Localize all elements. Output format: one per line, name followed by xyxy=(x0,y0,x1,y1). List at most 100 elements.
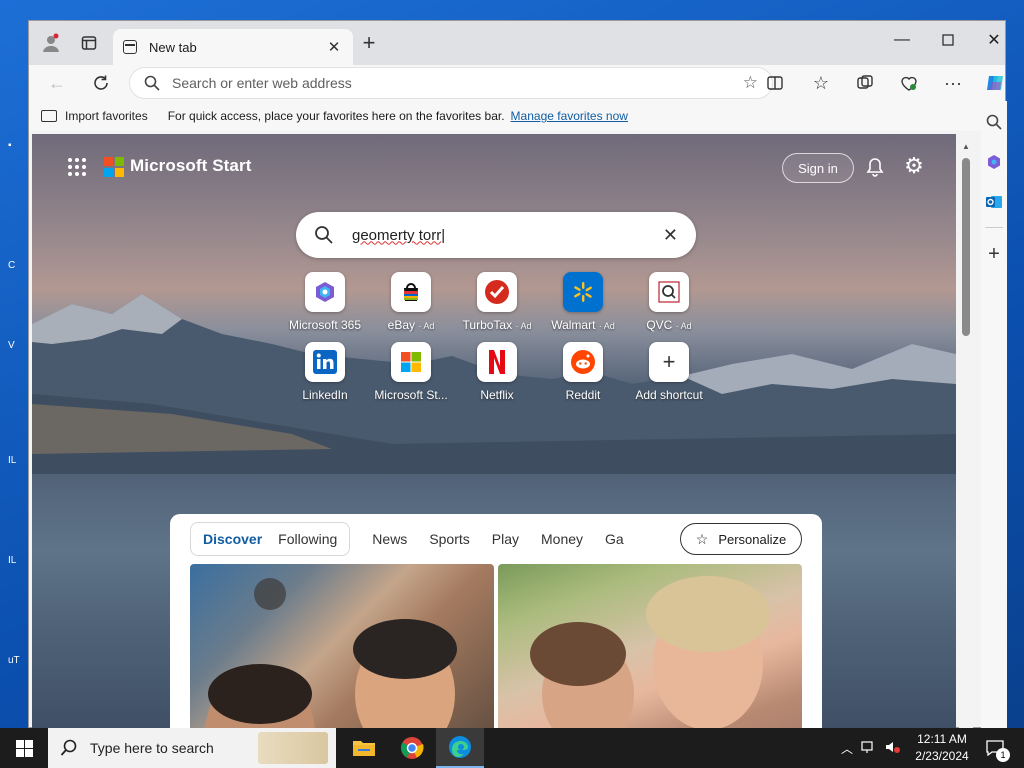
web-search-box[interactable]: geomerty torr| ✕ xyxy=(296,212,696,258)
taskbar: Type here to search ︿ 12:11 AM 2/23/2024… xyxy=(0,728,1024,768)
volume-muted-icon[interactable] xyxy=(880,740,904,757)
microsoft-365-icon xyxy=(305,272,345,312)
notification-center-icon[interactable]: 1 xyxy=(982,736,1010,762)
tab-discover[interactable]: Discover xyxy=(195,531,270,547)
clock-time: 12:11 AM xyxy=(917,732,967,746)
split-screen-icon[interactable] xyxy=(761,69,789,97)
start-button[interactable] xyxy=(0,728,48,768)
shortcut-reddit[interactable]: Reddit xyxy=(540,342,626,402)
tab-play[interactable]: Play xyxy=(484,531,527,547)
shortcut-label: QVC xyxy=(646,318,673,332)
news-card-image[interactable] xyxy=(498,564,802,729)
sign-in-button[interactable]: Sign in xyxy=(782,153,854,183)
tab-news[interactable]: News xyxy=(364,531,415,547)
windows-logo-icon xyxy=(15,739,33,757)
new-tab-plus-icon[interactable]: + xyxy=(357,30,381,55)
tab-following[interactable]: Following xyxy=(270,531,345,547)
shortcut-netflix[interactable]: Netflix xyxy=(454,342,540,402)
shortcut-add[interactable]: + Add shortcut xyxy=(626,342,712,402)
refresh-icon[interactable] xyxy=(87,69,115,97)
profile-icon[interactable] xyxy=(39,31,63,55)
taskbar-file-explorer[interactable] xyxy=(340,728,388,768)
taskbar-search-box[interactable]: Type here to search xyxy=(48,728,336,768)
shortcut-qvc[interactable]: QVC · Ad xyxy=(626,272,712,332)
ad-badge: · Ad xyxy=(598,321,615,331)
sidebar-add-icon[interactable]: + xyxy=(983,243,1005,265)
clear-search-icon[interactable]: ✕ xyxy=(663,225,678,246)
favorites-icon[interactable]: ☆ xyxy=(807,69,835,97)
collections-icon[interactable] xyxy=(851,69,879,97)
manage-favorites-link[interactable]: Manage favorites now xyxy=(511,109,628,123)
taskbar-edge[interactable] xyxy=(436,728,484,768)
shortcut-linkedin[interactable]: LinkedIn xyxy=(282,342,368,402)
news-card-image[interactable] xyxy=(190,564,494,729)
shortcut-label: Reddit xyxy=(565,388,601,402)
favorite-star-icon[interactable]: ☆ xyxy=(743,73,758,93)
tab-title: New tab xyxy=(149,39,197,55)
edge-icon xyxy=(449,736,471,758)
ms-start-header: Microsoft Start Sign in ⚙ xyxy=(32,134,956,200)
search-icon xyxy=(315,226,333,244)
show-hidden-icons-chevron-icon[interactable]: ︿ xyxy=(838,740,856,757)
netflix-icon xyxy=(477,342,517,382)
desktop-icons-strip: ▪ C V IL IL uT xyxy=(8,140,20,666)
scroll-up-arrow-icon[interactable]: ▲ xyxy=(962,142,970,151)
shortcut-label: Microsoft St... xyxy=(374,388,448,402)
shortcut-label: TurboTax xyxy=(462,318,513,332)
more-options-icon[interactable]: ··· xyxy=(939,69,967,97)
personalize-label: Personalize xyxy=(718,531,787,547)
ad-badge: · Ad xyxy=(515,321,532,331)
notifications-bell-icon[interactable] xyxy=(864,156,886,178)
microsoft-logo-icon xyxy=(104,157,124,177)
settings-gear-icon[interactable]: ⚙ xyxy=(902,153,926,178)
sidebar-search-icon[interactable] xyxy=(983,111,1005,133)
scrollbar-thumb[interactable] xyxy=(962,158,970,336)
feed-pill-group: Discover Following xyxy=(190,522,351,556)
favorites-bar-message: For quick access, place your favorites h… xyxy=(167,109,505,123)
copilot-icon[interactable] xyxy=(981,69,1009,97)
shortcut-label: eBay xyxy=(387,318,415,332)
shortcut-microsoft-store[interactable]: Microsoft St... xyxy=(368,342,454,402)
tab-actions-icon[interactable] xyxy=(77,31,101,55)
new-tab-favicon-icon xyxy=(123,40,137,54)
back-arrow-icon[interactable]: ← xyxy=(43,69,71,97)
app-launcher-icon[interactable] xyxy=(68,158,86,176)
sidebar-outlook-icon[interactable] xyxy=(983,191,1005,213)
shortcut-walmart[interactable]: Walmart · Ad xyxy=(540,272,626,332)
ebay-icon xyxy=(391,272,431,312)
close-tab-icon[interactable]: ✕ xyxy=(325,38,343,56)
sidebar-copilot-icon[interactable] xyxy=(983,151,1005,173)
import-favorites-button[interactable]: Import favorites xyxy=(41,109,148,123)
walmart-icon xyxy=(563,272,603,312)
shortcut-ebay[interactable]: eBay · Ad xyxy=(368,272,454,332)
network-icon[interactable] xyxy=(856,740,880,757)
personalize-button[interactable]: ☆ Personalize xyxy=(680,523,802,555)
favorites-bar: Import favorites For quick access, place… xyxy=(29,101,1005,131)
browser-toolbar: ← Search or enter web address ☆ ☆ ··· xyxy=(29,65,1005,101)
shortcut-turbotax[interactable]: TurboTax · Ad xyxy=(454,272,540,332)
clock-date: 2/23/2024 xyxy=(915,749,969,763)
browser-essentials-icon[interactable] xyxy=(895,69,923,97)
add-plus-icon: + xyxy=(649,342,689,382)
taskbar-chrome[interactable] xyxy=(388,728,436,768)
shortcut-label: Walmart xyxy=(551,318,596,332)
feed-tabs: Discover Following News Sports Play Mone… xyxy=(190,522,632,556)
search-highlight-illustration xyxy=(258,732,328,764)
address-bar[interactable]: Search or enter web address ☆ xyxy=(129,67,773,99)
ad-badge: · Ad xyxy=(675,321,692,331)
minimize-button[interactable]: — xyxy=(879,25,925,55)
search-input[interactable]: geomerty torr| xyxy=(352,227,663,244)
taskbar-clock[interactable]: 12:11 AM 2/23/2024 xyxy=(906,731,978,765)
shortcut-microsoft-365[interactable]: Microsoft 365 xyxy=(282,272,368,332)
brand-title[interactable]: Microsoft Start xyxy=(130,156,251,176)
file-explorer-icon xyxy=(353,741,375,756)
tab-money[interactable]: Money xyxy=(533,531,591,547)
tab-gaming[interactable]: Ga xyxy=(597,531,632,547)
page-scrollbar[interactable]: ▲ xyxy=(959,134,973,729)
tab-sports[interactable]: Sports xyxy=(421,531,477,547)
tab-new-tab[interactable]: New tab ✕ xyxy=(113,29,353,65)
chrome-icon xyxy=(401,737,424,759)
new-tab-page: Microsoft Start Sign in ⚙ geomerty torr|… xyxy=(32,134,956,729)
maximize-button[interactable] xyxy=(925,25,971,55)
close-window-button[interactable]: ✕ xyxy=(971,25,1017,55)
